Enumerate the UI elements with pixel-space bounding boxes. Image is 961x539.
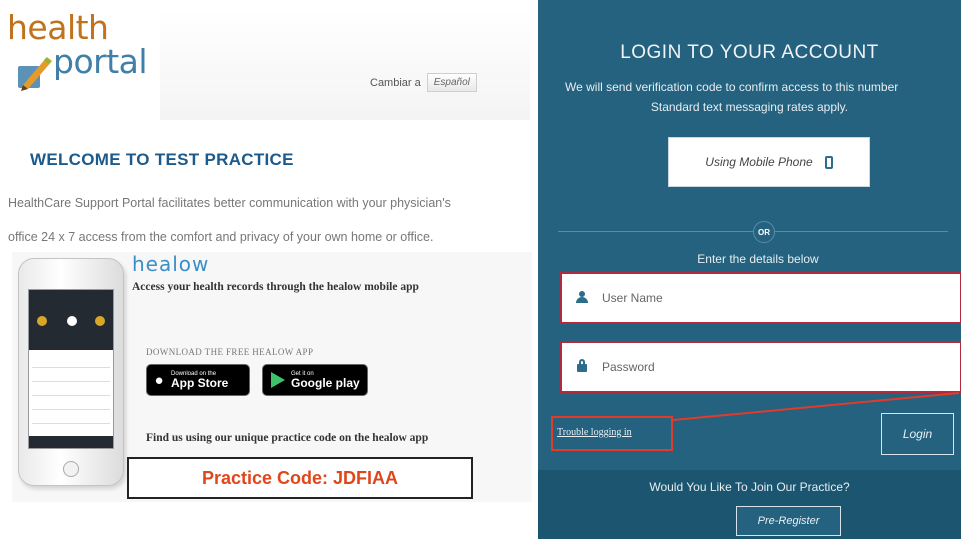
download-label: DOWNLOAD THE FREE HEALOW APP <box>146 347 314 357</box>
welcome-description-line1: HealthCare Support Portal facilitates be… <box>8 196 451 210</box>
enter-details-label: Enter the details below <box>697 252 819 266</box>
user-icon <box>576 290 588 303</box>
join-practice-text: Would You Like To Join Our Practice? <box>649 480 850 494</box>
logo-text-portal: portal <box>53 42 148 81</box>
practice-code-box: Practice Code: JDFIAA <box>127 457 473 499</box>
login-panel: LOGIN TO YOUR ACCOUNT We will send verif… <box>538 0 961 539</box>
google-play-badge[interactable]: Get it on Google play <box>262 364 368 396</box>
header-band <box>160 8 530 120</box>
phone-screen <box>28 289 114 449</box>
left-panel: health portal Cambiar a Español WELCOME … <box>0 0 538 539</box>
healow-brand: healow <box>132 252 210 276</box>
health-portal-logo[interactable]: health portal <box>5 8 165 98</box>
language-label: Cambiar a <box>370 76 421 89</box>
google-play-icon <box>271 372 285 388</box>
login-subtitle-line1: We will send verification code to confir… <box>565 80 899 94</box>
pen-logo-icon <box>18 57 52 91</box>
mobile-phone-icon <box>824 155 833 169</box>
username-input[interactable] <box>602 291 922 305</box>
welcome-title: WELCOME TO TEST PRACTICE <box>30 150 294 169</box>
practice-code: Practice Code: JDFIAA <box>201 467 399 488</box>
find-us-text: Find us using our unique practice code o… <box>146 432 429 444</box>
healow-tagline: Access your health records through the h… <box>132 281 419 293</box>
or-badge: OR <box>753 221 775 243</box>
phone-image <box>18 258 124 486</box>
login-subtitle-line2: Standard text messaging rates apply. <box>650 100 849 114</box>
language-switcher: Cambiar a Español <box>370 73 477 92</box>
login-button[interactable]: Login <box>881 413 954 455</box>
apple-icon: ● <box>154 371 164 389</box>
username-field[interactable] <box>560 272 961 324</box>
password-input[interactable] <box>602 360 922 374</box>
trouble-logging-in-link[interactable]: Trouble logging in <box>557 427 632 438</box>
lock-icon <box>577 359 587 372</box>
login-title: LOGIN TO YOUR ACCOUNT <box>620 42 879 63</box>
pre-register-button[interactable]: Pre-Register <box>736 506 841 536</box>
app-store-badge[interactable]: ● Download on the App Store <box>146 364 250 396</box>
mobile-phone-button[interactable]: Using Mobile Phone <box>668 137 870 187</box>
password-field[interactable] <box>560 341 961 393</box>
welcome-description-line2: office 24 x 7 access from the comfort an… <box>8 230 434 244</box>
phone-home-button <box>63 461 79 477</box>
language-button[interactable]: Español <box>426 73 477 92</box>
